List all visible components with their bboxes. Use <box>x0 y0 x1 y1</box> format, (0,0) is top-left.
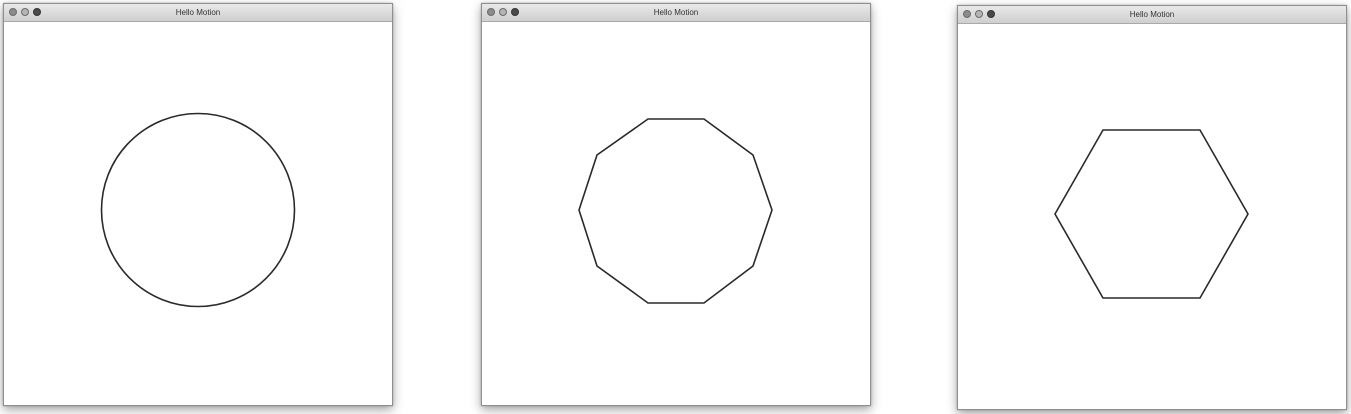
hexagon-shape <box>1054 129 1249 299</box>
circle-shape <box>100 112 296 308</box>
canvas-svg <box>1054 129 1249 299</box>
canvas-svg <box>578 118 773 304</box>
app-window-hexagon[interactable]: Hello Motion <box>957 5 1347 410</box>
title-bar[interactable]: Hello Motion <box>482 4 870 22</box>
drawing-canvas <box>482 22 870 405</box>
drawing-canvas <box>4 22 392 405</box>
app-window-circle[interactable]: Hello Motion <box>3 3 393 406</box>
title-bar[interactable]: Hello Motion <box>4 4 392 22</box>
window-title: Hello Motion <box>1129 10 1175 19</box>
decagon-shape <box>578 118 773 304</box>
title-bar[interactable]: Hello Motion <box>958 6 1346 24</box>
app-window-decagon[interactable]: Hello Motion <box>481 3 871 406</box>
window-title: Hello Motion <box>175 8 221 17</box>
drawing-canvas <box>958 24 1346 409</box>
window-title: Hello Motion <box>653 8 699 17</box>
canvas-svg <box>100 112 296 308</box>
